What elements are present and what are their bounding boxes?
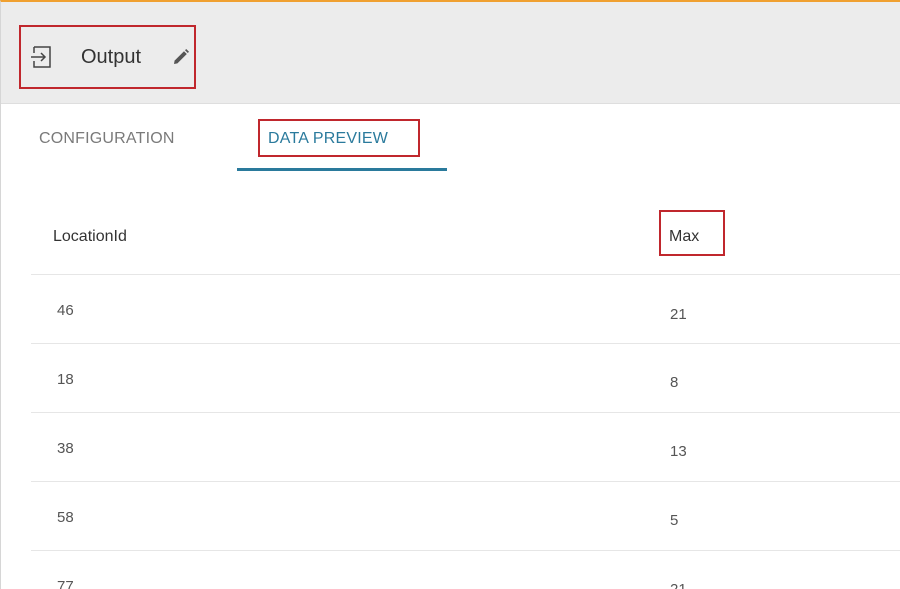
row-divider — [31, 343, 900, 344]
column-header-locationid[interactable]: LocationId — [53, 227, 127, 247]
tab-configuration[interactable]: CONFIGURATION — [39, 129, 175, 149]
table-cell-max: 21 — [670, 581, 687, 589]
active-tab-indicator — [237, 168, 447, 171]
table-cell-max: 13 — [670, 443, 687, 460]
row-divider — [31, 550, 900, 551]
output-icon — [31, 46, 51, 68]
table-cell-locationid: 77 — [57, 578, 74, 589]
table-cell-locationid: 18 — [57, 371, 74, 388]
pencil-edit-icon[interactable] — [172, 48, 190, 66]
row-divider — [31, 412, 900, 413]
table-cell-max: 5 — [670, 512, 679, 529]
table-cell-locationid: 46 — [57, 302, 74, 319]
table-cell-locationid: 38 — [57, 440, 74, 457]
table-cell-max: 8 — [670, 374, 679, 391]
panel-title: Output — [81, 46, 142, 68]
panel-header: Output — [1, 2, 900, 104]
row-divider — [31, 481, 900, 482]
output-panel: Output CONFIGURATION DATA PREVIEW Locati… — [0, 0, 900, 589]
tab-data-preview[interactable]: DATA PREVIEW — [268, 129, 388, 149]
column-header-max[interactable]: Max — [669, 227, 699, 247]
table-cell-locationid: 58 — [57, 509, 74, 526]
row-divider — [31, 274, 900, 275]
table-cell-max: 21 — [670, 306, 687, 323]
